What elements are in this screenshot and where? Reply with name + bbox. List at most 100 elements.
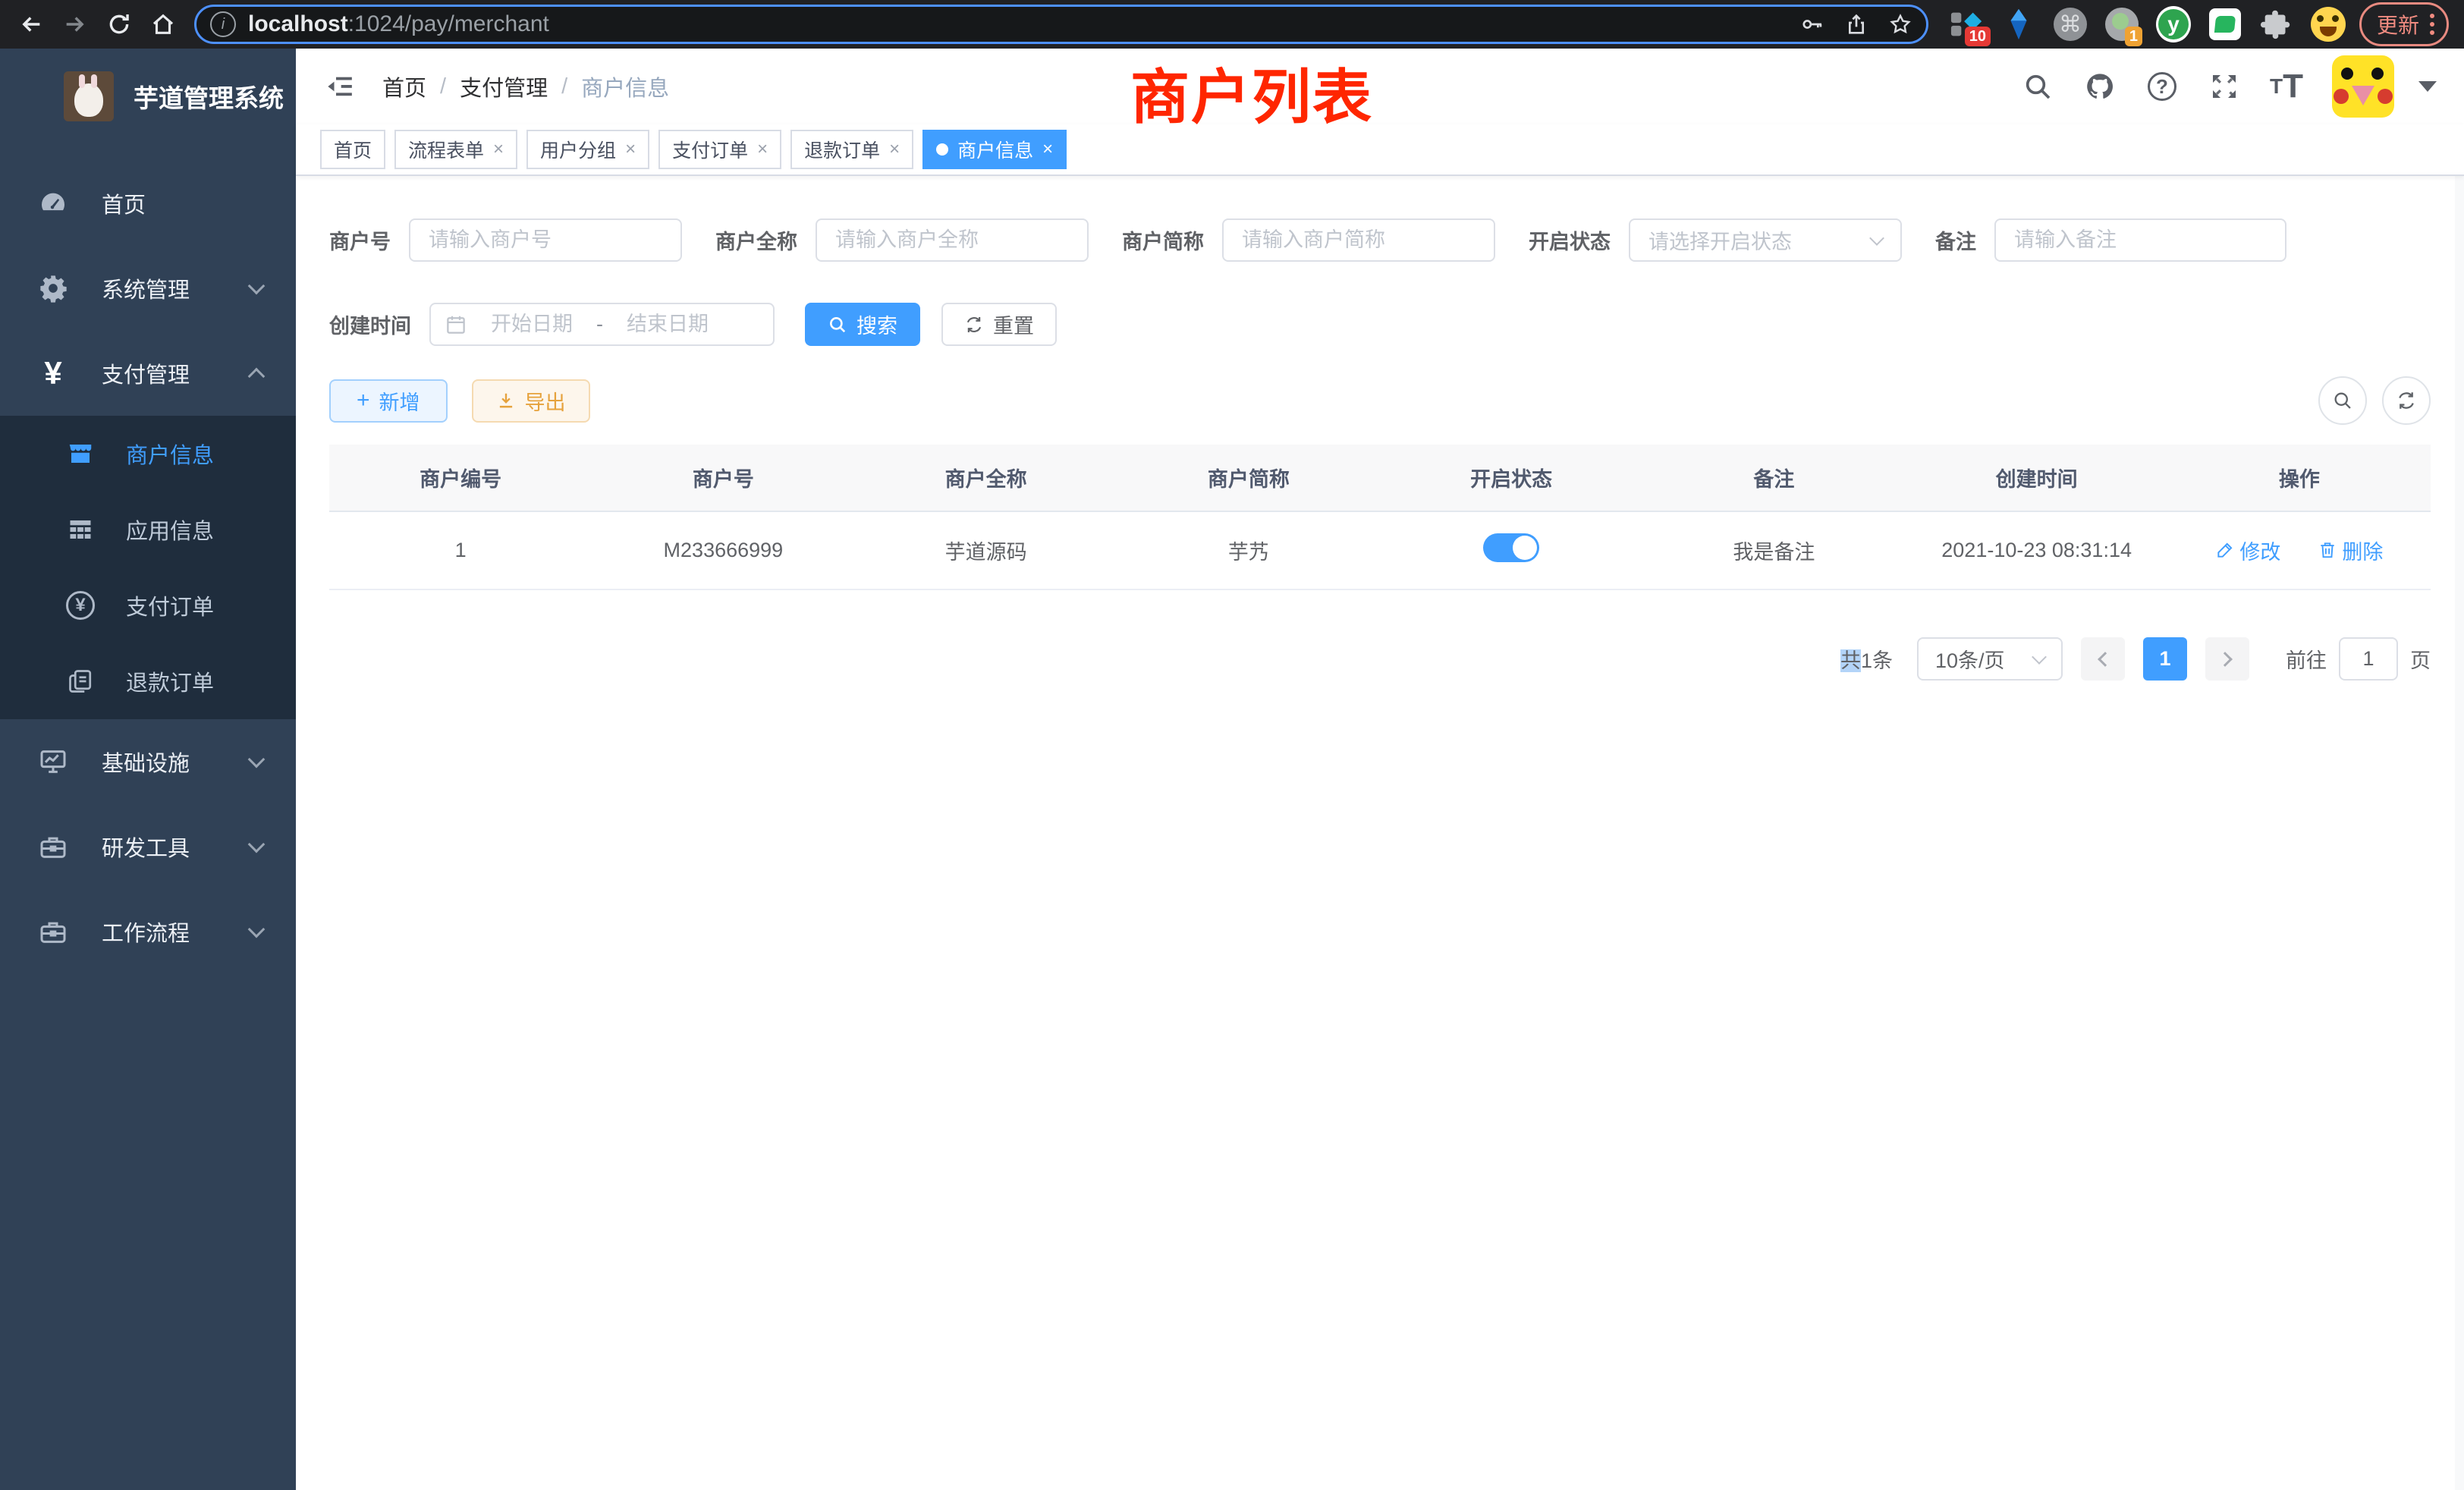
extension-command-icon[interactable]: ⌘ [2053, 7, 2088, 42]
refresh-icon [2396, 390, 2417, 411]
reset-button[interactable]: 重置 [941, 303, 1057, 346]
refresh-table-button[interactable] [2382, 376, 2431, 425]
site-info-icon[interactable]: i [210, 11, 236, 37]
plus-icon: + [357, 389, 370, 412]
sidebar-item-refund-order[interactable]: 退款订单 [0, 643, 296, 719]
status-select[interactable]: 请选择开启状态 [1629, 218, 1902, 262]
date-separator: - [596, 313, 603, 336]
scrollbar[interactable] [2455, 176, 2464, 1490]
url-text: localhost:1024/pay/merchant [248, 11, 1800, 37]
sidebar-item-app-info[interactable]: 应用信息 [0, 492, 296, 567]
password-key-icon[interactable] [1800, 12, 1824, 36]
status-toggle[interactable] [1483, 533, 1539, 562]
logo-rabbit-image [64, 71, 114, 121]
page-1-button[interactable]: 1 [2143, 637, 2187, 681]
date-end-input[interactable] [611, 313, 724, 336]
avatar[interactable] [2332, 55, 2394, 118]
monitor-chart-icon [36, 745, 70, 778]
back-icon [18, 11, 44, 37]
font-size-icon[interactable]: TT [2270, 70, 2303, 103]
browser-menu-icon[interactable] [2430, 14, 2434, 35]
goto-page-input[interactable] [2339, 637, 2398, 681]
github-icon[interactable] [2083, 70, 2117, 103]
merchant-no-input[interactable] [409, 218, 682, 262]
gear-icon [36, 272, 70, 305]
sidebar-toggle-button[interactable] [323, 70, 357, 103]
prev-page-button[interactable] [2081, 637, 2125, 681]
remark-input[interactable] [1994, 218, 2286, 262]
pay-order-icon: ¥ [65, 590, 96, 621]
extension-tampermonkey-icon[interactable]: 10 [1950, 7, 1985, 42]
header-search-icon[interactable] [2021, 70, 2054, 103]
browser-back-button[interactable] [11, 4, 52, 45]
sidebar-item-infra[interactable]: 基础设施 [0, 719, 296, 804]
tab-user-group[interactable]: 用户分组 × [526, 130, 649, 169]
page-size-select[interactable]: 10条/页 [1917, 637, 2063, 681]
browser-forward-button[interactable] [55, 4, 96, 45]
status-label: 开启状态 [1529, 225, 1611, 255]
sidebar-item-label: 支付订单 [126, 589, 214, 621]
breadcrumb-home[interactable]: 首页 [382, 71, 426, 102]
sidebar-item-pay-order[interactable]: ¥ 支付订单 [0, 567, 296, 643]
chevron-down-icon [248, 278, 266, 295]
tab-process-form[interactable]: 流程表单 × [394, 130, 517, 169]
url-path: :1024/pay/merchant [348, 11, 549, 36]
close-icon[interactable]: × [1042, 140, 1053, 159]
command-glyph: ⌘ [2059, 11, 2082, 38]
extensions-puzzle-icon[interactable] [2259, 7, 2294, 42]
goto-label: 前往 [2286, 644, 2327, 674]
edit-link[interactable]: 修改 [2215, 536, 2280, 565]
help-icon[interactable]: ? [2145, 70, 2179, 103]
calendar-icon [445, 313, 467, 336]
sidebar-item-devtools[interactable]: 研发工具 [0, 804, 296, 889]
app-logo[interactable]: 芋道管理系统 [0, 49, 296, 141]
browser-home-button[interactable] [143, 4, 184, 45]
delete-link[interactable]: 删除 [2318, 536, 2383, 565]
bookmark-star-icon[interactable] [1888, 12, 1912, 36]
close-icon[interactable]: × [889, 140, 900, 159]
show-search-toggle-button[interactable] [2318, 376, 2367, 425]
sidebar-item-workflow[interactable]: 工作流程 [0, 889, 296, 974]
close-icon[interactable]: × [493, 140, 504, 159]
tab-home[interactable]: 首页 [320, 130, 385, 169]
merchant-table: 商户编号 商户号 商户全称 商户简称 开启状态 备注 创建时间 操作 1 M23… [329, 445, 2431, 590]
browser-reload-button[interactable] [99, 4, 140, 45]
dashboard-icon [36, 187, 70, 220]
tab-refund-order[interactable]: 退款订单 × [790, 130, 913, 169]
breadcrumb-merchant: 商户信息 [581, 71, 669, 102]
reload-icon [106, 11, 132, 37]
close-icon[interactable]: × [757, 140, 768, 159]
extension-y-icon[interactable]: y [2156, 7, 2191, 42]
next-page-button[interactable] [2205, 637, 2249, 681]
share-icon[interactable] [1844, 12, 1868, 36]
cell-merchant-no: M233666999 [592, 511, 854, 589]
create-time-label: 创建时间 [329, 310, 411, 339]
avatar-caret-icon[interactable] [2418, 81, 2437, 92]
tab-merchant-info[interactable]: 商户信息 × [922, 130, 1067, 169]
sidebar-item-merchant-info[interactable]: 商户信息 [0, 416, 296, 492]
extension-chat-icon[interactable] [2208, 7, 2242, 42]
sidebar-item-label: 商户信息 [126, 438, 214, 470]
fullscreen-icon[interactable] [2208, 70, 2241, 103]
home-icon [150, 11, 176, 37]
tab-pay-order[interactable]: 支付订单 × [658, 130, 781, 169]
close-icon[interactable]: × [625, 140, 636, 159]
browser-update-button[interactable]: 更新 [2359, 2, 2449, 46]
export-button[interactable]: 导出 [472, 379, 590, 423]
cell-actions: 修改 删除 [2168, 511, 2431, 589]
breadcrumb-pay[interactable]: 支付管理 [460, 71, 548, 102]
sidebar-item-pay[interactable]: ¥ 支付管理 [0, 331, 296, 416]
search-button[interactable]: 搜索 [805, 303, 920, 346]
full-name-input[interactable] [816, 218, 1089, 262]
extension-kite-icon[interactable] [2001, 7, 2036, 42]
extension-smiley-icon[interactable] [2311, 7, 2346, 42]
edit-pencil-icon [2215, 540, 2235, 560]
sidebar-item-home[interactable]: 首页 [0, 161, 296, 246]
extension-proxy-icon[interactable]: 1 [2104, 7, 2139, 42]
address-bar[interactable]: i localhost:1024/pay/merchant [194, 5, 1928, 44]
date-start-input[interactable] [475, 313, 589, 336]
short-name-input[interactable] [1222, 218, 1495, 262]
date-range-picker[interactable]: - [429, 303, 775, 346]
add-button[interactable]: + 新增 [329, 379, 448, 423]
sidebar-item-system[interactable]: 系统管理 [0, 246, 296, 331]
